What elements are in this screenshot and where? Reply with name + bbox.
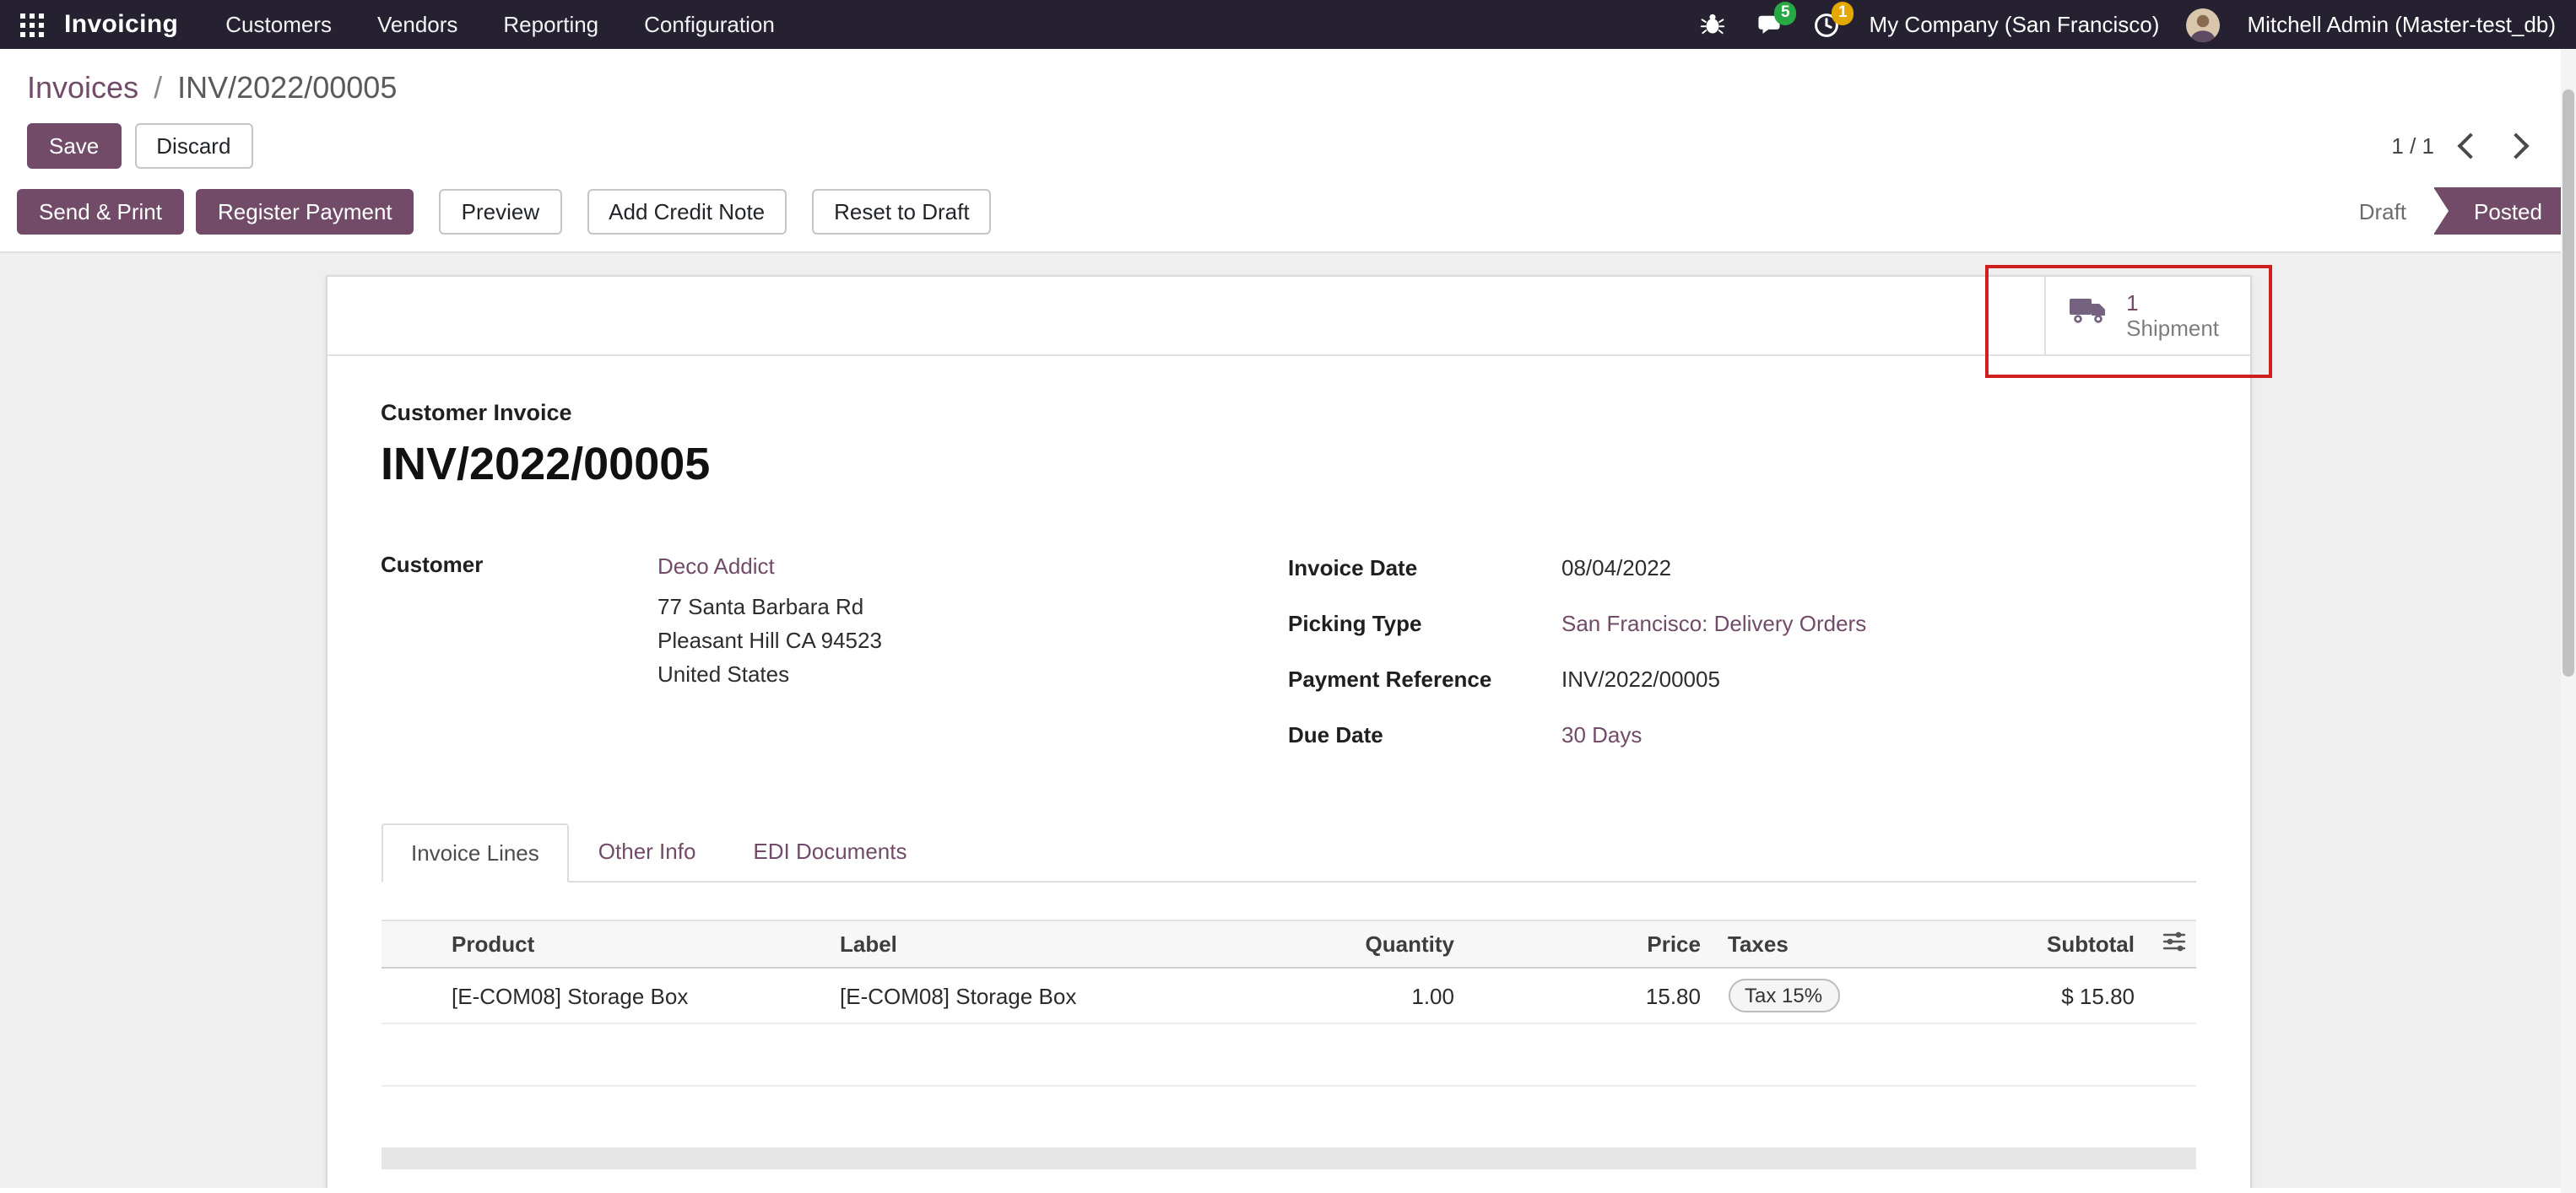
- subtotal-cell: $ 15.80: [1903, 968, 2148, 1023]
- company-switcher[interactable]: My Company (San Francisco): [1870, 12, 2160, 37]
- pager: 1 / 1: [2391, 133, 2549, 159]
- lines-header-row: Product Label Quantity Price Taxes Subto…: [381, 920, 2195, 968]
- customer-address: 77 Santa Barbara Rd Pleasant Hill CA 945…: [658, 591, 882, 692]
- messages-icon[interactable]: 5: [1755, 10, 1785, 39]
- activities-clock-icon[interactable]: 1: [1812, 10, 1843, 39]
- breadcrumb-parent-link[interactable]: Invoices: [27, 71, 138, 106]
- menu-vendors[interactable]: Vendors: [377, 12, 457, 37]
- activity-count-badge: 1: [1832, 2, 1854, 24]
- empty-line-row: [381, 1023, 2195, 1086]
- row-handle-cell: [381, 968, 438, 1023]
- payment-reference-value: INV/2022/00005: [1561, 663, 1720, 697]
- invoice-lines-table: Product Label Quantity Price Taxes Subto…: [381, 920, 2195, 1087]
- preview-button[interactable]: Preview: [440, 188, 562, 234]
- menu-customers[interactable]: Customers: [225, 12, 332, 37]
- customer-group: Customer Deco Addict 77 Santa Barbara Rd…: [381, 552, 1288, 775]
- debug-bug-icon[interactable]: [1697, 10, 1728, 39]
- pager-counter[interactable]: 1 / 1: [2391, 133, 2434, 159]
- field-row-invoice-date: Invoice Date 08/04/2022: [1288, 552, 2195, 586]
- customer-link[interactable]: Deco Addict: [658, 553, 775, 579]
- tab-edi-documents[interactable]: EDI Documents: [724, 823, 935, 883]
- document-type-label: Customer Invoice: [381, 400, 2195, 425]
- address-line: United States: [658, 658, 882, 692]
- payment-reference-label: Payment Reference: [1288, 663, 1561, 697]
- tax-badge: Tax 15%: [1728, 979, 1839, 1012]
- systray: 5 1 My Company (San Francisco) Mitchell …: [1697, 8, 2556, 41]
- message-count-badge: 5: [1774, 2, 1797, 24]
- notebook-tabs: Invoice Lines Other Info EDI Documents: [381, 822, 2195, 883]
- optional-columns-icon[interactable]: [2148, 920, 2195, 968]
- shipment-label: Shipment: [2126, 316, 2219, 341]
- app-name[interactable]: Invoicing: [64, 10, 178, 39]
- product-column-header[interactable]: Product: [438, 920, 826, 968]
- due-date-label: Due Date: [1288, 719, 1561, 753]
- subtotal-column-header[interactable]: Subtotal: [1903, 920, 2148, 968]
- status-draft[interactable]: Draft: [2332, 187, 2433, 235]
- pager-next-icon[interactable]: [2503, 132, 2529, 159]
- pager-previous-icon[interactable]: [2457, 132, 2483, 159]
- tab-other-info[interactable]: Other Info: [570, 823, 725, 883]
- product-cell: [E-COM08] Storage Box: [438, 968, 826, 1023]
- content-area: 1 Shipment Customer Invoice INV/2022/000…: [0, 253, 2576, 1188]
- field-grid: Customer Deco Addict 77 Santa Barbara Rd…: [381, 552, 2195, 775]
- breadcrumb-current: INV/2022/00005: [177, 71, 397, 106]
- top-navbar: Invoicing Customers Vendors Reporting Co…: [0, 0, 2576, 49]
- quantity-cell: 1.00: [1215, 968, 1468, 1023]
- invoice-info-group: Invoice Date 08/04/2022 Picking Type San…: [1288, 552, 2195, 775]
- tab-invoice-lines[interactable]: Invoice Lines: [381, 823, 570, 883]
- add-credit-note-button[interactable]: Add Credit Note: [587, 188, 787, 234]
- shipment-stat-text: 1 Shipment: [2126, 290, 2219, 341]
- discard-button[interactable]: Discard: [134, 123, 252, 169]
- quantity-column-header[interactable]: Quantity: [1215, 920, 1468, 968]
- handle-column-header: [381, 920, 438, 968]
- breadcrumb: Invoices / INV/2022/00005: [0, 49, 2576, 111]
- reset-to-draft-button[interactable]: Reset to Draft: [812, 188, 991, 234]
- statusbar: Draft Posted: [2332, 187, 2576, 235]
- placeholder-strip: [381, 1147, 2195, 1169]
- send-print-button[interactable]: Send & Print: [17, 188, 184, 234]
- field-row-payment-reference: Payment Reference INV/2022/00005: [1288, 663, 2195, 697]
- scrollbar-thumb[interactable]: [2562, 89, 2574, 677]
- address-line: Pleasant Hill CA 94523: [658, 624, 882, 658]
- control-panel: Save Discard 1 / 1: [0, 111, 2576, 179]
- invoice-date-value: 08/04/2022: [1561, 552, 1671, 586]
- field-row-picking-type: Picking Type San Francisco: Delivery Ord…: [1288, 607, 2195, 641]
- label-cell: [E-COM08] Storage Box: [826, 968, 1215, 1023]
- due-date-link[interactable]: 30 Days: [1561, 719, 1642, 753]
- price-column-header[interactable]: Price: [1468, 920, 1714, 968]
- register-payment-button[interactable]: Register Payment: [196, 188, 414, 234]
- form-sheet: 1 Shipment Customer Invoice INV/2022/000…: [325, 275, 2251, 1188]
- screen: Invoicing Customers Vendors Reporting Co…: [0, 0, 2576, 1193]
- invoice-line-row[interactable]: [E-COM08] Storage Box [E-COM08] Storage …: [381, 968, 2195, 1023]
- user-avatar[interactable]: [2186, 8, 2220, 41]
- field-row-due-date: Due Date 30 Days: [1288, 719, 2195, 753]
- form-statusbar-row: Send & Print Register Payment Preview Ad…: [0, 179, 2576, 253]
- save-button[interactable]: Save: [27, 123, 121, 169]
- price-cell: 15.80: [1468, 968, 1714, 1023]
- customer-value-block: Deco Addict 77 Santa Barbara Rd Pleasant…: [658, 552, 882, 775]
- breadcrumb-separator: /: [154, 71, 162, 106]
- shipment-stat-button[interactable]: 1 Shipment: [2043, 277, 2249, 354]
- menu-reporting[interactable]: Reporting: [503, 12, 598, 37]
- sheet-main: Customer Invoice INV/2022/00005 Customer…: [327, 356, 2249, 1188]
- user-menu[interactable]: Mitchell Admin (Master-test_db): [2247, 12, 2556, 37]
- label-column-header[interactable]: Label: [826, 920, 1215, 968]
- menu-configuration[interactable]: Configuration: [644, 12, 775, 37]
- shipment-count: 1: [2126, 290, 2219, 316]
- apps-grid-icon[interactable]: [20, 13, 44, 36]
- picking-type-label: Picking Type: [1288, 607, 1561, 641]
- taxes-cell: Tax 15%: [1714, 968, 1903, 1023]
- invoice-date-label: Invoice Date: [1288, 552, 1561, 586]
- taxes-column-header[interactable]: Taxes: [1714, 920, 1903, 968]
- status-posted[interactable]: Posted: [2433, 187, 2576, 235]
- vertical-scrollbar[interactable]: [2561, 49, 2576, 1193]
- customer-field-label: Customer: [381, 552, 658, 775]
- truck-icon: [2069, 297, 2109, 334]
- main-menu: Customers Vendors Reporting Configuratio…: [225, 12, 775, 37]
- picking-type-link[interactable]: San Francisco: Delivery Orders: [1561, 607, 1866, 641]
- address-line: 77 Santa Barbara Rd: [658, 591, 882, 624]
- stat-button-area: 1 Shipment: [327, 277, 2249, 356]
- invoice-name-title: INV/2022/00005: [381, 439, 2195, 491]
